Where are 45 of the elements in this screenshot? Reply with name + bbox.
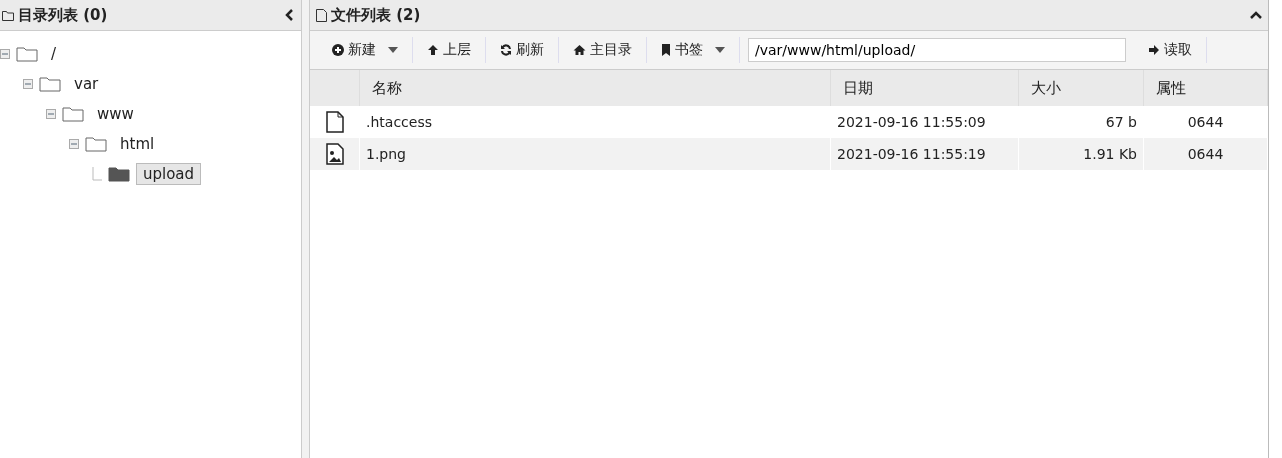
column-header[interactable]: 日期 [831, 70, 1019, 106]
file-icon [325, 111, 344, 133]
arrow-right-icon [1148, 44, 1160, 56]
refresh-icon [500, 44, 512, 56]
panel-title: 文件列表 (2) [331, 5, 422, 25]
splitter[interactable] [302, 0, 310, 458]
tree-line-icon [92, 167, 102, 181]
column-header[interactable]: 大小 [1019, 70, 1144, 106]
plus-circle-icon [332, 44, 344, 56]
tree-item[interactable]: html [113, 133, 162, 155]
toolbar-button[interactable]: 书签 [647, 37, 740, 63]
chevron-left-icon[interactable] [285, 9, 295, 21]
table-cell: 0644 [1144, 138, 1268, 170]
collapse-icon[interactable] [69, 139, 79, 149]
folder-icon [16, 46, 38, 62]
home-icon [573, 44, 586, 56]
path-field[interactable]: /var/www/html/upload/ [748, 38, 1126, 62]
folder-icon [62, 106, 84, 122]
folder-icon [39, 76, 61, 92]
toolbar-button[interactable]: 刷新 [486, 37, 559, 63]
toolbar-button[interactable]: 主目录 [559, 37, 647, 63]
panel-title: 目录列表 (0) [18, 5, 109, 25]
collapse-icon[interactable] [46, 109, 56, 119]
file-name-cell[interactable]: 1.png [360, 138, 831, 170]
table-cell: 2021-09-16 11:55:19 [831, 138, 1019, 170]
folder-icon [85, 136, 107, 152]
column-header[interactable]: 属性 [1144, 70, 1268, 106]
arrow-up-icon [427, 44, 439, 56]
chevron-up-icon[interactable] [1250, 11, 1262, 19]
tree-item[interactable]: var [67, 73, 106, 95]
read-button[interactable]: 读取 [1134, 37, 1207, 63]
table-cell: 1.91 Kb [1019, 138, 1144, 170]
folder-icon [108, 166, 130, 182]
tree-item[interactable]: upload [136, 163, 202, 185]
file-icon [316, 8, 327, 22]
collapse-icon[interactable] [0, 49, 10, 59]
image-file-icon [325, 143, 344, 165]
tree-item[interactable]: / [44, 43, 64, 65]
folder-icon [2, 9, 14, 21]
bookmark-icon [661, 44, 671, 56]
toolbar-button[interactable]: 新建 [318, 37, 413, 63]
column-header[interactable]: 名称 [360, 70, 831, 106]
tree-item[interactable]: www [90, 103, 141, 125]
collapse-icon[interactable] [23, 79, 33, 89]
toolbar-button[interactable]: 上层 [413, 37, 486, 63]
